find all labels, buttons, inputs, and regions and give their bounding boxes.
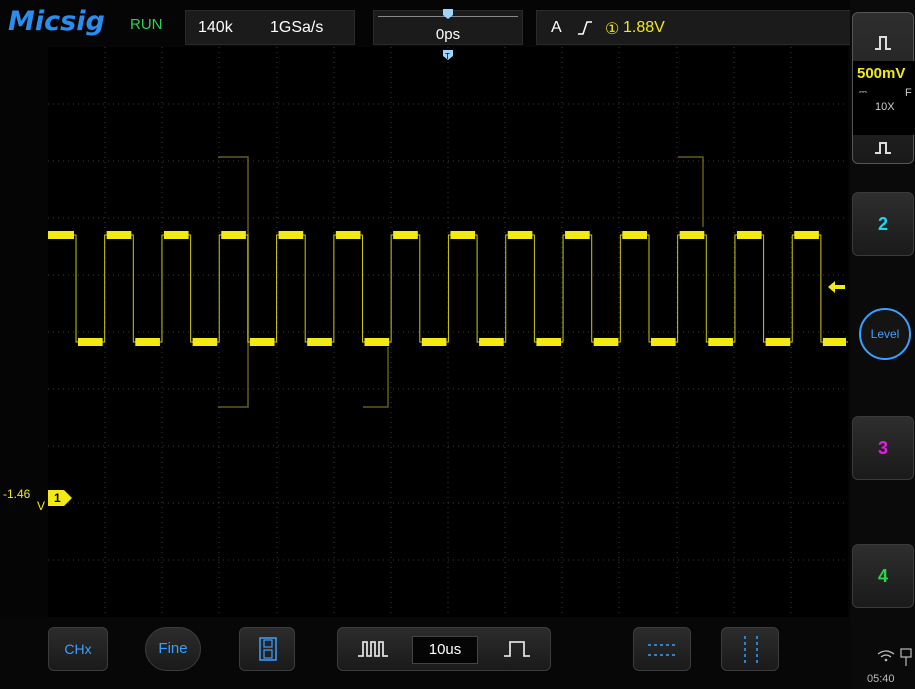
ch1-marker[interactable]: 1 — [48, 490, 72, 506]
ch2-button[interactable]: 2 — [852, 192, 914, 256]
ch1-settings-panel[interactable]: 500mV ⎓ F 10X — [852, 12, 915, 164]
trigger-mode: A — [551, 19, 562, 36]
scale-down-icon[interactable] — [853, 131, 913, 161]
ch3-button[interactable]: 3 — [852, 416, 914, 480]
trigger-level-arrow-icon — [828, 281, 845, 293]
waveform-display[interactable]: T — [48, 47, 848, 617]
wifi-icon — [877, 650, 895, 662]
channel1-waveform — [48, 231, 848, 346]
time-offset: 0ps — [435, 26, 461, 43]
expanded-pulse-icon — [504, 641, 530, 657]
dc-coupling-icon: ⎓ — [859, 87, 867, 98]
run-status[interactable]: RUN — [130, 16, 163, 33]
ch1-marker-label: 1 — [54, 491, 61, 505]
vertical-cursor-button[interactable] — [721, 627, 779, 671]
ch1-probe: 10X — [875, 101, 895, 113]
ch1-coupling: F — [905, 87, 912, 99]
timebase-decrease-button[interactable] — [338, 628, 408, 670]
vertical-cursor-icon — [744, 636, 758, 664]
save-button[interactable] — [239, 627, 295, 671]
level-knob[interactable]: Level — [859, 308, 911, 360]
fine-button[interactable]: Fine — [145, 627, 201, 671]
rising-edge-icon — [578, 21, 592, 35]
ch4-button[interactable]: 4 — [852, 544, 914, 608]
ch1-scale: 500mV — [857, 65, 906, 82]
trigger-info[interactable]: A ① 1.88V — [536, 10, 851, 45]
horizontal-cursor-icon — [648, 644, 678, 656]
ch1-offset-label: -1.46 V — [3, 488, 45, 512]
svg-text:T: T — [445, 52, 450, 61]
usb-icon — [900, 648, 912, 666]
sample-rate: 1GSa/s — [270, 19, 324, 36]
compressed-pulse-icon — [358, 641, 388, 657]
horizontal-position[interactable]: 0ps — [373, 9, 523, 45]
trigger-level: 1.88V — [623, 19, 665, 36]
scale-up-icon[interactable] — [853, 27, 913, 57]
clock: 05:40 — [867, 673, 895, 685]
chx-button[interactable]: CHx — [48, 627, 108, 671]
graticule: T — [48, 47, 848, 617]
acquisition-info[interactable]: 140k 1GSa/s — [185, 10, 355, 45]
timebase-value: 10us — [412, 636, 478, 664]
ch1-trace-levels — [48, 231, 846, 346]
trigger-position-marker[interactable] — [374, 9, 522, 21]
save-icon — [259, 637, 277, 661]
timebase-control: 10us — [337, 627, 551, 671]
ch1-offset-unit: V — [37, 499, 46, 513]
ch1-offset-value: -1.46 — [3, 487, 31, 501]
timebase-increase-button[interactable] — [482, 628, 552, 670]
memory-depth: 140k — [198, 19, 233, 36]
brand-logo: Micsig — [8, 6, 105, 37]
trigger-source: ① — [605, 21, 620, 38]
top-status-bar: Micsig RUN 140k 1GSa/s 0ps A ① 1.88V — [0, 0, 851, 47]
horizontal-cursor-button[interactable] — [633, 627, 691, 671]
